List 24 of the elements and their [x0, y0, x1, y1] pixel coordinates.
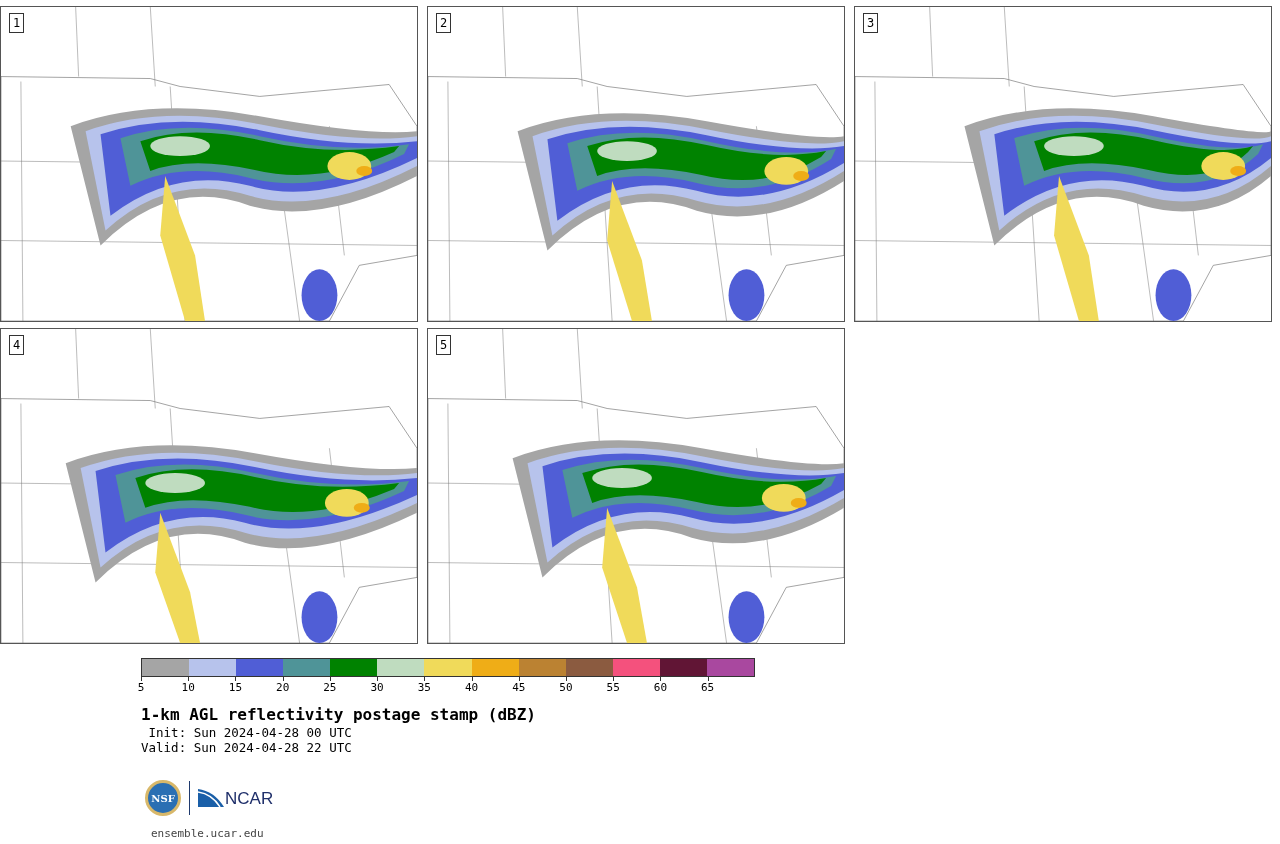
tick-label: 35 — [417, 682, 431, 694]
tick-label: 25 — [323, 682, 337, 694]
tick-label: 60 — [653, 682, 668, 694]
init-time: Init: Sun 2024-04-28 00 UTC — [147, 725, 353, 740]
tick-label: 30 — [370, 682, 384, 694]
tick-label: 45 — [512, 682, 526, 694]
panel-number: 3 — [863, 13, 879, 33]
panel-number: 5 — [436, 335, 452, 355]
panel-number: 2 — [436, 13, 452, 33]
valid-time: Valid: Sun 2024-04-28 22 UTC — [141, 740, 353, 755]
ncar-logo: NCAR — [198, 789, 274, 807]
tick-label: 5 — [137, 682, 145, 694]
tick-label: 55 — [606, 682, 620, 694]
tick-label: 10 — [181, 682, 195, 694]
tick-label: 65 — [701, 682, 715, 694]
site-url: ensemble.ucar.edu — [151, 827, 264, 840]
chart-title: 1-km AGL reflectivity postage stamp (dBZ) — [141, 705, 537, 725]
tick-label: 40 — [464, 682, 479, 694]
panel-number: 1 — [9, 13, 25, 33]
tick-label: 50 — [559, 682, 573, 694]
nsf-logo: NSF — [145, 780, 181, 816]
tick-label: 20 — [276, 682, 290, 694]
tick-label: 15 — [228, 682, 243, 694]
panel-number: 4 — [9, 335, 25, 355]
